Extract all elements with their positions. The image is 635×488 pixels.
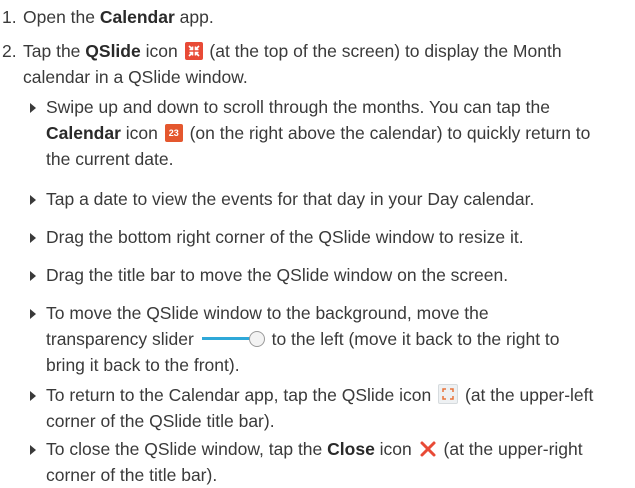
bullet-line: bring it back to the front).	[46, 355, 240, 375]
calendar-icon: 23	[164, 124, 183, 142]
step-text-pre: Tap the	[23, 41, 86, 61]
step-text: Open the Calendar app.	[23, 4, 622, 30]
bullet-text: Tap a date to view the events for that d…	[46, 189, 535, 209]
bullet-arrow-icon	[30, 233, 36, 243]
bullet-line: Swipe up and down to scroll through the …	[46, 97, 550, 117]
bullet-line: (on the right above the calendar) to qui…	[184, 123, 591, 143]
qslide-icon	[184, 42, 203, 60]
bullet-text: To return to the Calendar app, tap the Q…	[46, 382, 630, 434]
qslide-titlebar-icon	[438, 384, 459, 404]
bullet-text-pre: To return to the Calendar app, tap the Q…	[46, 385, 432, 405]
step-bold-term: Calendar	[99, 7, 175, 27]
bullet-line: the current date.	[46, 149, 174, 169]
bullet-line: to the left (move it back to the right t…	[266, 329, 560, 349]
bullet-text: To close the QSlide window, tap the Clos…	[46, 436, 630, 488]
bullet-text: Swipe up and down to scroll through the …	[46, 94, 630, 172]
bullet-bold-term: Calendar	[46, 123, 121, 143]
bullet-text-mid: icon	[120, 123, 158, 143]
calendar-icon-date: 23	[168, 128, 179, 138]
instructions-document: 1. Open the Calendar app. 2. Tap the QSl…	[0, 0, 635, 488]
bullet-text: To move the QSlide window to the backgro…	[46, 300, 630, 378]
close-icon	[419, 439, 437, 457]
step-number: 2.	[2, 41, 17, 61]
step-text-post: (at the top of the screen) to display th…	[204, 41, 562, 61]
step-text-post: app.	[174, 7, 214, 27]
step-text-mid: icon	[140, 41, 178, 61]
bullet-arrow-icon	[30, 103, 36, 113]
bullet-text-pre: transparency slider	[46, 329, 194, 349]
step-number: 1.	[2, 7, 17, 27]
bullet-arrow-icon	[30, 195, 36, 205]
bullet-text-pre: To close the QSlide window, tap the	[46, 439, 328, 459]
slider-knob	[248, 331, 265, 347]
bullet-text: Drag the bottom right corner of the QSli…	[46, 227, 524, 247]
slider-track	[201, 337, 254, 340]
step-text-pre: Open the	[23, 7, 100, 27]
bullet-text-post: (at the upper-right	[438, 439, 583, 459]
bullet-arrow-icon	[30, 391, 36, 401]
bullet-text-post: (at the upper-left	[460, 385, 594, 405]
step-text: Tap the QSlide icon (at the top of the s…	[23, 38, 622, 90]
step-bold-term: QSlide	[85, 41, 141, 61]
bullet-text-mid: icon	[374, 439, 412, 459]
bullet-text: Drag the title bar to move the QSlide wi…	[46, 265, 509, 285]
bullet-line: To move the QSlide window to the backgro…	[46, 303, 489, 323]
step-text-line2: calendar in a QSlide window.	[23, 67, 248, 87]
bullet-line: corner of the QSlide title bar).	[46, 411, 275, 431]
bullet-line: corner of the title bar).	[46, 465, 218, 485]
bullet-arrow-icon	[30, 271, 36, 281]
transparency-slider-icon	[201, 330, 265, 348]
bullet-arrow-icon	[30, 309, 36, 319]
bullet-bold-term: Close	[327, 439, 375, 459]
bullet-arrow-icon	[30, 445, 36, 455]
